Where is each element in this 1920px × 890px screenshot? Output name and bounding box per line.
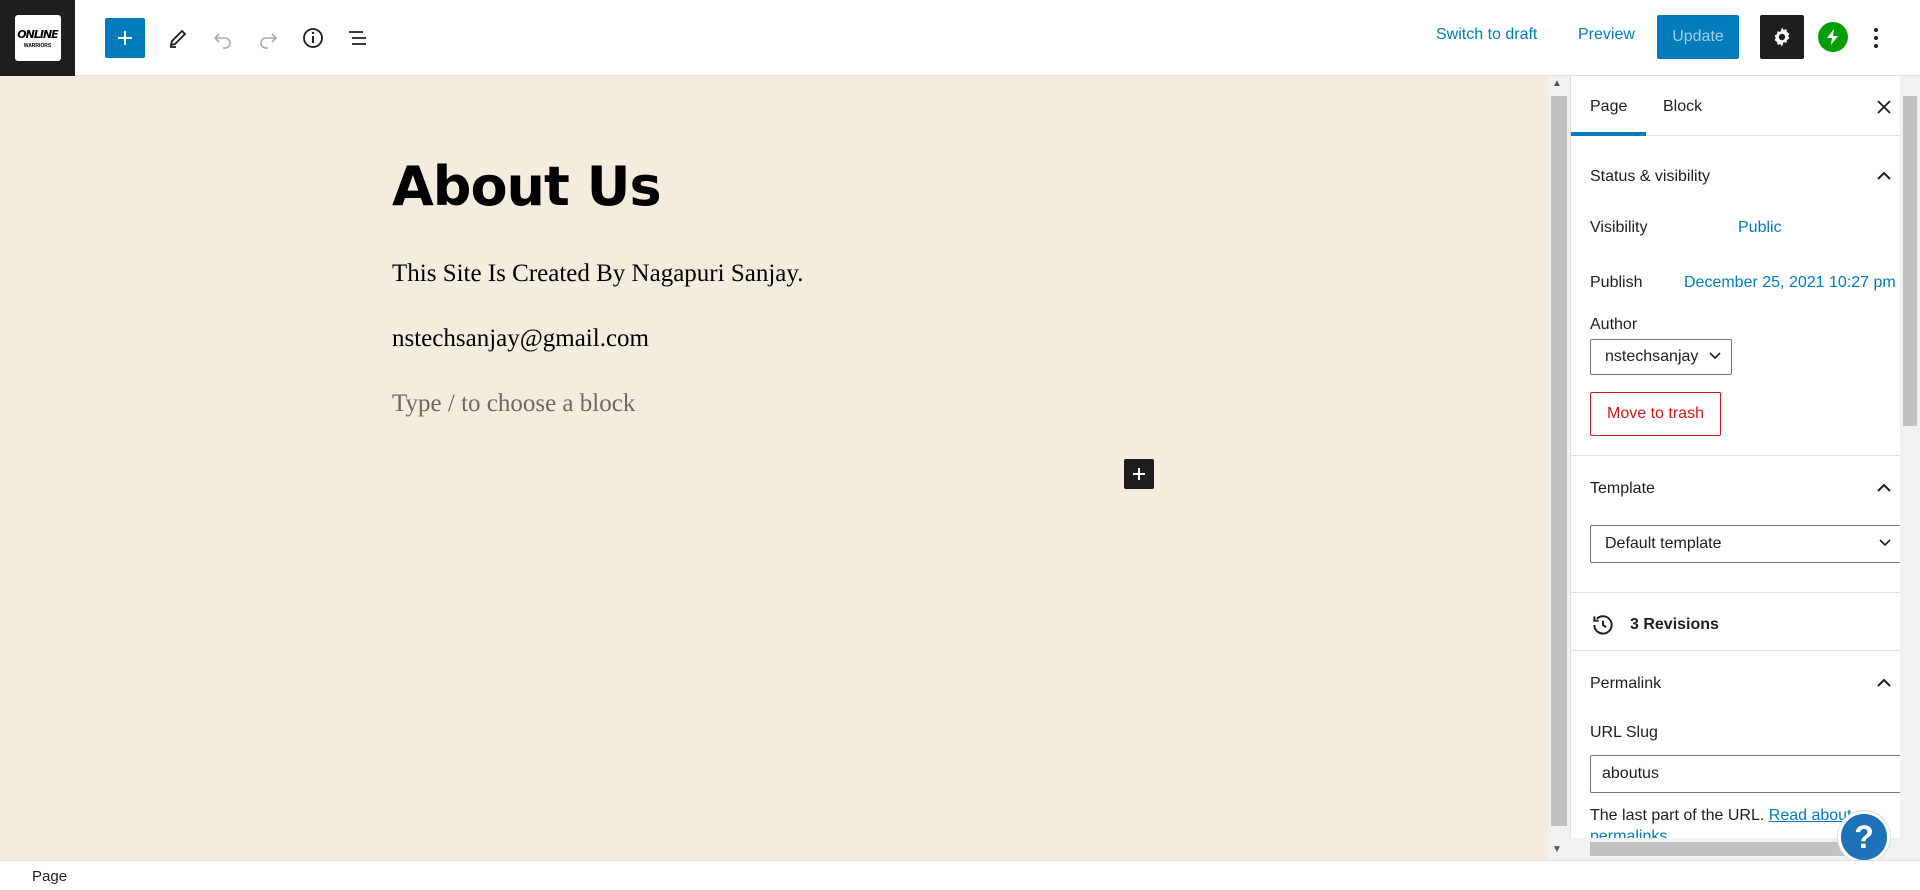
plus-icon bbox=[118, 31, 132, 45]
plus-icon bbox=[1133, 468, 1145, 480]
author-select[interactable]: nstechsanjay bbox=[1590, 339, 1732, 375]
tools-button[interactable] bbox=[158, 18, 198, 58]
jetpack-bolt-icon bbox=[1827, 29, 1838, 45]
preview-button[interactable]: Preview bbox=[1578, 26, 1635, 44]
logo-text-line2: WARRIORS bbox=[23, 42, 52, 49]
paragraph-block[interactable]: This Site Is Created By Nagapuri Sanjay. bbox=[392, 260, 804, 288]
publish-date-toggle[interactable]: December 25, 2021 10:27 pm bbox=[1684, 274, 1896, 292]
info-icon bbox=[303, 28, 323, 48]
revisions-link[interactable]: 3 Revisions bbox=[1590, 610, 1719, 640]
panel-title-status-visibility[interactable]: Status & visibility bbox=[1590, 168, 1710, 186]
visibility-toggle[interactable]: Public bbox=[1738, 219, 1782, 237]
panel-divider bbox=[1571, 455, 1900, 456]
block-inserter-button[interactable] bbox=[105, 18, 145, 58]
publish-label: Publish bbox=[1590, 274, 1643, 291]
gear-icon bbox=[1774, 27, 1790, 47]
panel-title-template[interactable]: Template bbox=[1590, 480, 1655, 498]
revisions-label: 3 Revisions bbox=[1630, 616, 1719, 633]
block-placeholder[interactable]: Type / to choose a block bbox=[392, 390, 635, 418]
editor-toolbar: ONLINE WARRIORS Switch to draft Preview … bbox=[0, 0, 1920, 76]
settings-sidebar: Page Block Status & visibility Visibilit… bbox=[1570, 76, 1900, 860]
list-view-icon bbox=[349, 31, 366, 45]
redo-icon bbox=[260, 33, 278, 49]
site-logo-icon: ONLINE WARRIORS bbox=[14, 15, 61, 61]
chevron-up-icon[interactable] bbox=[1877, 678, 1891, 688]
panel-divider bbox=[1571, 592, 1900, 593]
inline-block-inserter-button[interactable] bbox=[1124, 459, 1154, 489]
breadcrumb-page[interactable]: Page bbox=[32, 868, 67, 885]
chevron-up-icon[interactable] bbox=[1877, 171, 1891, 181]
chevron-down-icon bbox=[1879, 539, 1891, 547]
permalink-help-copy: The last part of the URL. bbox=[1590, 807, 1765, 824]
tab-block[interactable]: Block bbox=[1644, 76, 1721, 136]
chevron-down-icon bbox=[1709, 352, 1721, 360]
help-button[interactable]: ? bbox=[1838, 811, 1890, 863]
pencil-icon bbox=[169, 29, 187, 48]
panel-divider bbox=[1571, 650, 1900, 651]
list-view-button[interactable] bbox=[338, 18, 378, 58]
details-button[interactable] bbox=[293, 18, 333, 58]
scrollbar-thumb[interactable] bbox=[1551, 96, 1567, 826]
permalink-help-text: The last part of the URL. Read about bbox=[1590, 807, 1852, 825]
panel-title-permalink[interactable]: Permalink bbox=[1590, 675, 1661, 693]
jetpack-button[interactable] bbox=[1818, 22, 1848, 52]
close-icon bbox=[1877, 100, 1891, 114]
template-select[interactable]: Default template bbox=[1590, 525, 1900, 563]
block-breadcrumb-bar: Page bbox=[0, 860, 1920, 890]
more-options-button[interactable] bbox=[1866, 20, 1886, 56]
history-icon bbox=[1593, 615, 1613, 635]
url-slug-label: URL Slug bbox=[1590, 724, 1658, 741]
template-select-value: Default template bbox=[1605, 535, 1722, 552]
scroll-up-arrow-icon[interactable]: ▲ bbox=[1552, 78, 1562, 89]
url-slug-input[interactable]: aboutus bbox=[1590, 755, 1900, 793]
canvas-scrollbar[interactable]: ▲ ▼ bbox=[1548, 76, 1570, 860]
redo-button[interactable] bbox=[248, 18, 288, 58]
sidebar-tabs: Page Block bbox=[1571, 76, 1900, 136]
paragraph-block[interactable]: nstechsanjay@gmail.com bbox=[392, 325, 649, 353]
author-select-value: nstechsanjay bbox=[1605, 348, 1699, 365]
visibility-label: Visibility bbox=[1590, 219, 1648, 236]
switch-to-draft-button[interactable]: Switch to draft bbox=[1436, 26, 1537, 44]
editor-canvas[interactable] bbox=[0, 76, 1548, 860]
read-about-permalinks-link[interactable]: Read about bbox=[1769, 807, 1852, 824]
site-logo-button[interactable]: ONLINE WARRIORS bbox=[0, 0, 75, 76]
chevron-up-icon[interactable] bbox=[1877, 483, 1891, 493]
logo-text-line1: ONLINE bbox=[17, 27, 58, 41]
sidebar-scrollbar[interactable] bbox=[1900, 76, 1920, 860]
scroll-down-arrow-icon[interactable]: ▼ bbox=[1552, 844, 1562, 855]
undo-icon bbox=[213, 33, 231, 49]
post-title[interactable]: About Us bbox=[392, 155, 662, 218]
more-vertical-icon bbox=[1874, 28, 1878, 48]
undo-button[interactable] bbox=[203, 18, 243, 58]
scrollbar-thumb[interactable] bbox=[1590, 842, 1880, 856]
move-to-trash-button[interactable]: Move to trash bbox=[1590, 392, 1721, 436]
scrollbar-thumb[interactable] bbox=[1903, 96, 1917, 426]
close-sidebar-button[interactable] bbox=[1877, 94, 1891, 120]
tab-page[interactable]: Page bbox=[1571, 76, 1647, 136]
settings-button[interactable] bbox=[1760, 15, 1804, 59]
update-button[interactable]: Update bbox=[1657, 15, 1739, 59]
author-label: Author bbox=[1590, 316, 1638, 333]
